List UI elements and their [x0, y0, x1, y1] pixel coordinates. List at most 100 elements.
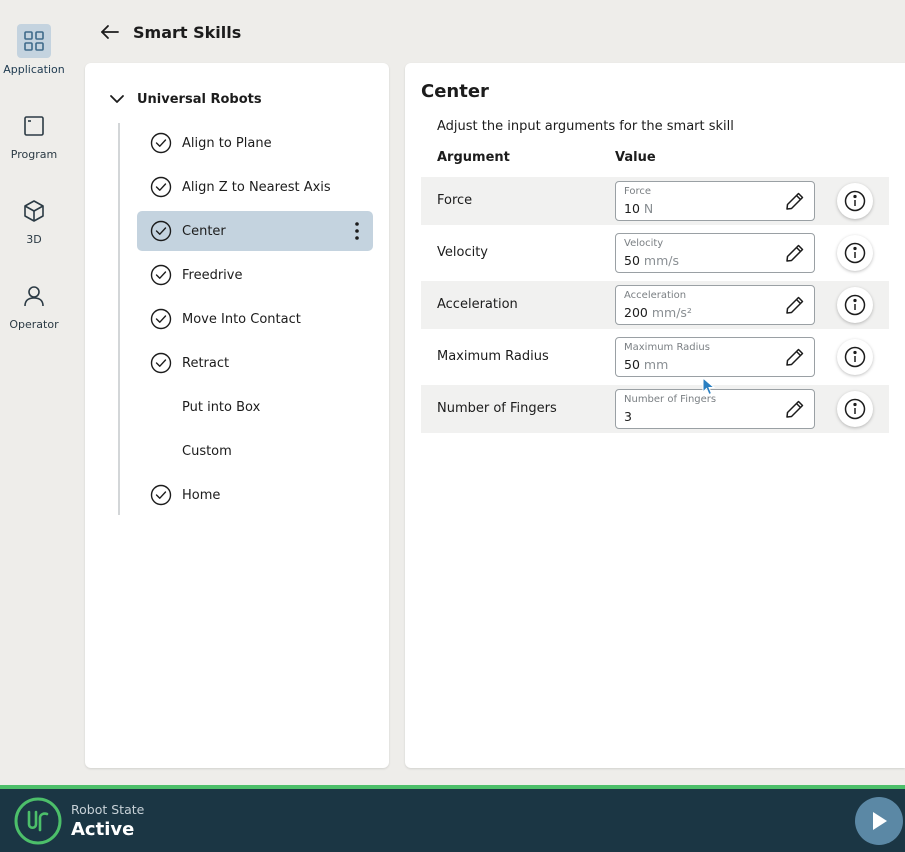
page-title: Smart Skills — [133, 22, 242, 42]
tree-item-center[interactable]: Center — [137, 211, 373, 251]
grid-icon — [17, 24, 51, 58]
tree-item-label: Custom — [182, 443, 232, 459]
column-header-argument: Argument — [437, 150, 510, 165]
argument-row-force: Force Force 10 N — [421, 177, 889, 225]
skill-title: Center — [421, 81, 489, 102]
field-unit: N — [643, 201, 654, 216]
tree-item-label: Put into Box — [182, 399, 261, 415]
nav-item-application[interactable]: Application — [0, 24, 68, 94]
field-value: 3 — [624, 409, 632, 424]
robot-state-label: Robot State — [71, 802, 145, 817]
tree-root-universal-robots[interactable]: Universal Robots — [109, 85, 262, 113]
field-unit: mm/s² — [651, 305, 692, 320]
pencil-icon[interactable] — [784, 294, 806, 316]
field-value-wrap: 50 mm/s — [624, 253, 679, 268]
nav-item-label: Application — [3, 63, 65, 76]
field-label: Acceleration — [624, 290, 687, 301]
info-button[interactable] — [837, 235, 873, 271]
tree-item-align-to-plane[interactable]: Align to Plane — [137, 123, 373, 163]
nav-item-label: Program — [10, 148, 58, 161]
nav-item-label: Operator — [9, 318, 59, 331]
play-button[interactable] — [855, 797, 903, 845]
field-value-wrap: 50 mm — [624, 357, 668, 372]
tree-item-custom[interactable]: Custom — [137, 431, 373, 471]
play-icon — [873, 812, 887, 830]
field-value: 200 — [624, 305, 648, 320]
info-icon — [844, 398, 866, 420]
argument-row-velocity: Velocity Velocity 50 mm/s — [421, 229, 889, 277]
field-value-wrap: 10 N — [624, 201, 653, 216]
field-value-wrap: 200 mm/s² — [624, 305, 692, 320]
skill-detail-panel: Center Adjust the input arguments for th… — [405, 63, 905, 768]
tree-item-label: Move Into Contact — [182, 311, 301, 327]
tree-item-label: Align to Plane — [182, 135, 272, 151]
info-icon — [844, 242, 866, 264]
person-icon — [17, 279, 51, 313]
force-field[interactable]: Force 10 N — [615, 181, 815, 221]
argument-row-maximum-radius: Maximum Radius Maximum Radius 50 mm — [421, 333, 889, 381]
tree-item-move-into-contact[interactable]: Move Into Contact — [137, 299, 373, 339]
back-button[interactable] — [96, 18, 124, 46]
tree-item-freedrive[interactable]: Freedrive — [137, 255, 373, 295]
nav-item-label: 3D — [26, 233, 42, 246]
tree-item-align-z-to-nearest-axis[interactable]: Align Z to Nearest Axis — [137, 167, 373, 207]
info-button[interactable] — [837, 391, 873, 427]
check-circle-icon — [150, 176, 172, 198]
mouse-cursor-icon — [702, 377, 716, 396]
argument-row-number-of-fingers: Number of Fingers Number of Fingers 3 — [421, 385, 889, 433]
pencil-icon[interactable] — [784, 346, 806, 368]
tree-item-home[interactable]: Home — [137, 475, 373, 515]
pencil-icon[interactable] — [784, 242, 806, 264]
info-icon — [844, 346, 866, 368]
check-circle-icon — [150, 308, 172, 330]
more-vertical-icon[interactable] — [351, 219, 363, 243]
check-circle-icon — [150, 484, 172, 506]
argument-name: Maximum Radius — [437, 349, 549, 364]
field-label: Maximum Radius — [624, 342, 710, 353]
info-button[interactable] — [837, 287, 873, 323]
field-value: 50 — [624, 357, 640, 372]
argument-name: Force — [437, 193, 473, 208]
tree-item-label: Home — [182, 487, 221, 503]
maximum-radius-field[interactable]: Maximum Radius 50 mm — [615, 337, 815, 377]
arrow-left-icon — [101, 25, 119, 39]
tree-item-put-into-box[interactable]: Put into Box — [137, 387, 373, 427]
argument-name: Number of Fingers — [437, 401, 557, 416]
chevron-down-icon — [110, 95, 124, 103]
tree-item-label: Freedrive — [182, 267, 243, 283]
acceleration-field[interactable]: Acceleration 200 mm/s² — [615, 285, 815, 325]
info-icon — [844, 190, 866, 212]
pencil-icon[interactable] — [784, 398, 806, 420]
nav-item-program[interactable]: Program — [0, 109, 68, 179]
tree-item-retract[interactable]: Retract — [137, 343, 373, 383]
robot-status-bar: Robot State Active — [0, 785, 905, 852]
field-unit: mm/s — [643, 253, 679, 268]
velocity-field[interactable]: Velocity 50 mm/s — [615, 233, 815, 273]
pencil-icon[interactable] — [784, 190, 806, 212]
status-accent-line — [0, 785, 905, 789]
check-circle-icon — [150, 132, 172, 154]
field-label: Velocity — [624, 238, 664, 249]
skill-description: Adjust the input arguments for the smart… — [437, 119, 734, 134]
nav-item-3d[interactable]: 3D — [0, 194, 68, 264]
tree-item-label: Align Z to Nearest Axis — [182, 179, 331, 195]
check-circle-icon — [150, 220, 172, 242]
ur-logo-icon — [14, 797, 62, 845]
field-value-wrap: 3 — [624, 409, 636, 424]
program-window-icon — [17, 109, 51, 143]
info-icon — [844, 294, 866, 316]
field-value: 50 — [624, 253, 640, 268]
field-label: Force — [624, 186, 652, 197]
check-circle-icon — [150, 264, 172, 286]
check-circle-icon — [150, 352, 172, 374]
field-value: 10 — [624, 201, 640, 216]
argument-row-acceleration: Acceleration Acceleration 200 mm/s² — [421, 281, 889, 329]
page-header: Smart Skills — [96, 18, 241, 46]
nav-item-operator[interactable]: Operator — [0, 279, 68, 349]
skills-tree-panel: Universal Robots Align to Plane Align Z … — [85, 63, 389, 768]
tree-root-label: Universal Robots — [137, 91, 262, 107]
info-button[interactable] — [837, 339, 873, 375]
robot-state-value: Active — [71, 819, 135, 840]
navigation-rail: Application Program 3D Operator — [0, 0, 68, 785]
info-button[interactable] — [837, 183, 873, 219]
